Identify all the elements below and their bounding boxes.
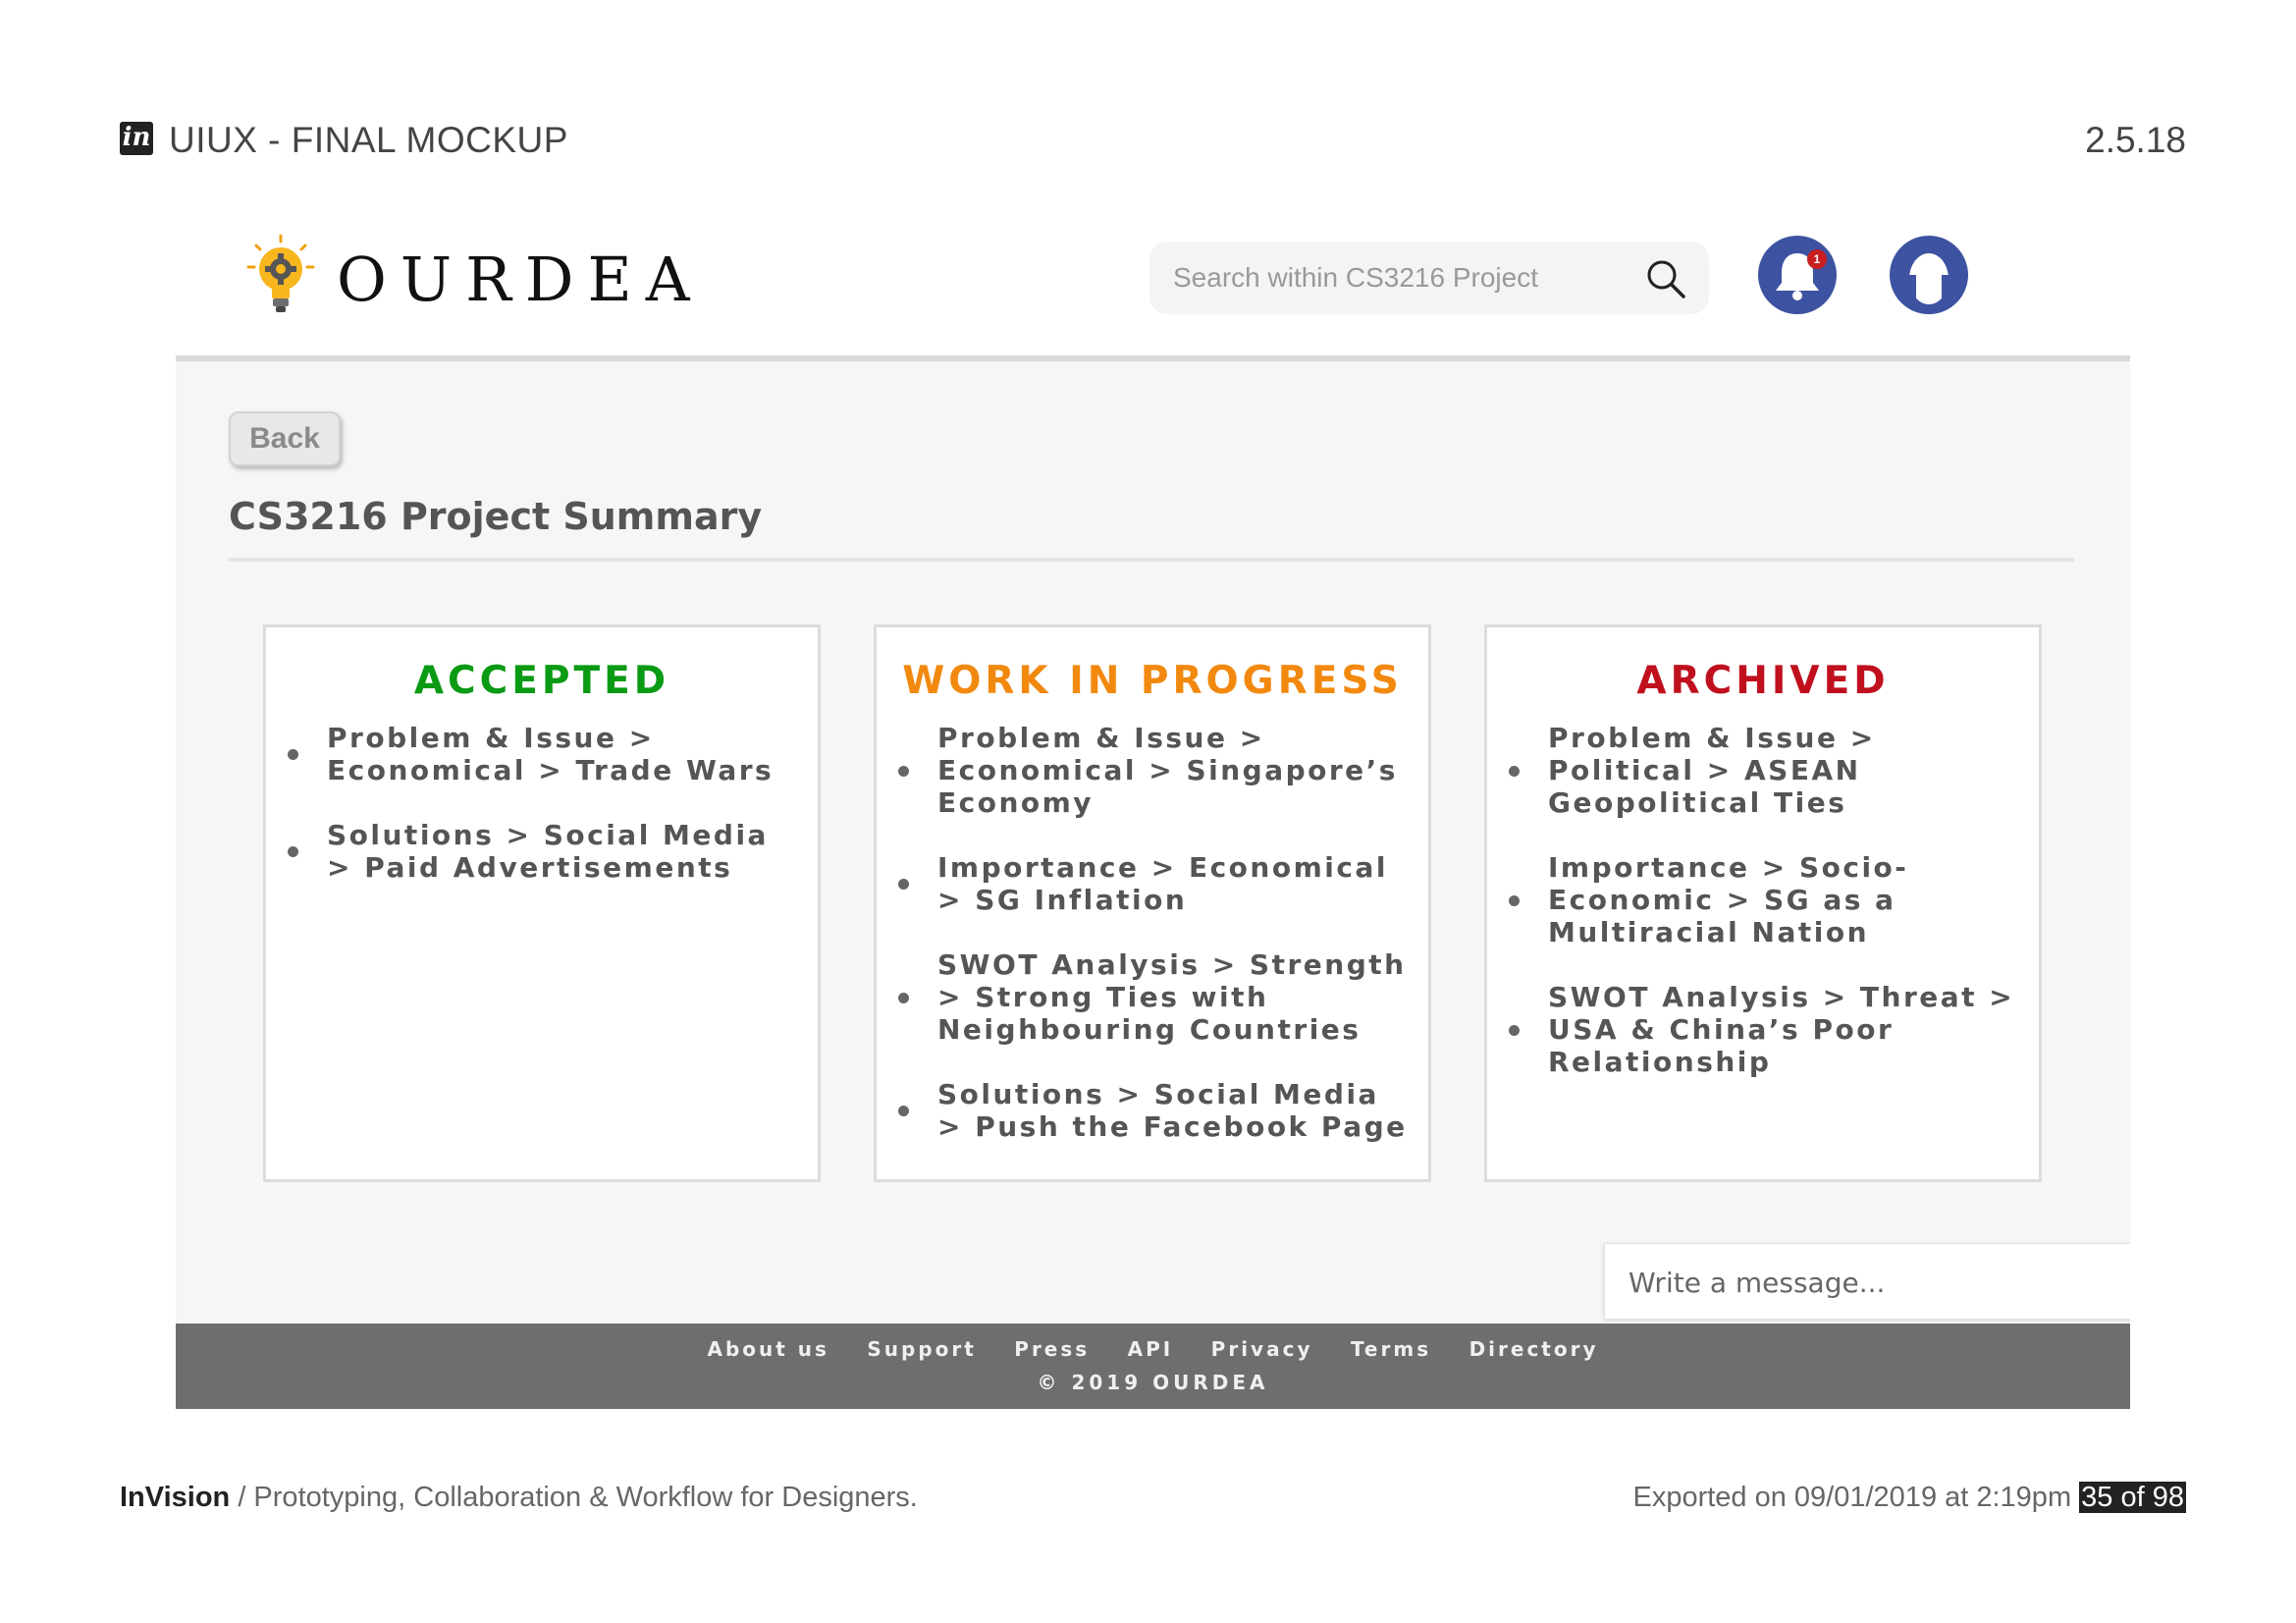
export-version: 2.5.18	[2085, 120, 2186, 160]
export-header: in UIUX - FINAL MOCKUP 2.5.18	[120, 116, 2186, 167]
list-item[interactable]: Solutions > Social Media > Push the Face…	[898, 1078, 1409, 1143]
user-avatar-icon	[1906, 253, 1951, 304]
site-footer: About us Support Press API Privacy Terms…	[176, 1324, 2130, 1409]
chat-message-box	[1604, 1243, 2130, 1320]
search-icon[interactable]	[1644, 257, 1687, 300]
search-bar	[1149, 242, 1709, 314]
export-date: Exported on 09/01/2019 at 2:19pm	[1632, 1482, 2072, 1513]
top-nav-bar: OURDEA 1	[176, 187, 2130, 361]
copyright-text: © 2019 OURDEA	[1037, 1371, 1269, 1394]
archived-heading: ARCHIVED	[1636, 659, 1890, 703]
footer-link-privacy[interactable]: Privacy	[1211, 1337, 1313, 1361]
archived-list: Problem & Issue > Political > ASEAN Geop…	[1509, 722, 2019, 1110]
footer-link-api[interactable]: API	[1128, 1337, 1174, 1361]
accepted-list: Problem & Issue > Economical > Trade War…	[288, 722, 798, 916]
search-input[interactable]	[1171, 257, 1636, 298]
export-footer-info: Exported on 09/01/2019 at 2:19pm 35 of 9…	[1632, 1482, 2186, 1514]
footer-link-about-us[interactable]: About us	[707, 1337, 828, 1361]
footer-links: About us Support Press API Privacy Terms…	[176, 1337, 2130, 1361]
archived-card: ARCHIVED Problem & Issue > Political > A…	[1484, 624, 2042, 1182]
list-item[interactable]: SWOT Analysis > Threat > USA & China’s P…	[1509, 981, 2019, 1078]
footer-link-support[interactable]: Support	[867, 1337, 976, 1361]
footer-link-directory[interactable]: Directory	[1469, 1337, 1599, 1361]
list-item[interactable]: Problem & Issue > Economical > Trade War…	[288, 722, 798, 786]
bell-icon	[1776, 253, 1819, 300]
list-item[interactable]: Problem & Issue > Political > ASEAN Geop…	[1509, 722, 2019, 819]
work-in-progress-list: Problem & Issue > Economical > Singapore…	[898, 722, 1409, 1175]
list-item[interactable]: Problem & Issue > Economical > Singapore…	[898, 722, 1409, 819]
list-item[interactable]: Importance > Economical > SG Inflation	[898, 851, 1409, 916]
page-title: CS3216 Project Summary	[229, 495, 763, 538]
app-mockup: OURDEA 1 Back CS3216 Project Summary	[176, 187, 2130, 1409]
title-divider	[229, 558, 2074, 562]
brand-wordmark: OURDEA	[337, 243, 704, 315]
back-button[interactable]: Back	[229, 411, 341, 466]
export-footer-credit: InVision / Prototyping, Collaboration & …	[120, 1482, 918, 1514]
invision-logo-icon: in	[120, 122, 153, 155]
notifications-button[interactable]: 1	[1758, 236, 1837, 314]
export-title: UIUX - FINAL MOCKUP	[169, 120, 568, 160]
accepted-card: ACCEPTED Problem & Issue > Economical > …	[263, 624, 821, 1182]
lightbulb-gear-logo-icon	[246, 234, 315, 312]
page-counter: 35 of 98	[2079, 1482, 2186, 1513]
list-item[interactable]: Solutions > Social Media > Paid Advertis…	[288, 819, 798, 884]
work-in-progress-card: WORK IN PROGRESS Problem & Issue > Econo…	[874, 624, 1431, 1182]
accepted-heading: ACCEPTED	[413, 659, 670, 703]
message-input[interactable]	[1627, 1262, 2102, 1303]
footer-link-press[interactable]: Press	[1014, 1337, 1090, 1361]
invision-tagline: / Prototyping, Collaboration & Workflow …	[230, 1482, 918, 1513]
user-avatar-button[interactable]	[1890, 236, 1968, 314]
invision-brand: InVision	[120, 1482, 231, 1513]
footer-link-terms[interactable]: Terms	[1351, 1337, 1431, 1361]
work-in-progress-heading: WORK IN PROGRESS	[902, 659, 1403, 703]
notification-badge: 1	[1807, 249, 1827, 269]
list-item[interactable]: Importance > Socio-Economic > SG as a Mu…	[1509, 851, 2019, 948]
list-item[interactable]: SWOT Analysis > Strength > Strong Ties w…	[898, 948, 1409, 1046]
